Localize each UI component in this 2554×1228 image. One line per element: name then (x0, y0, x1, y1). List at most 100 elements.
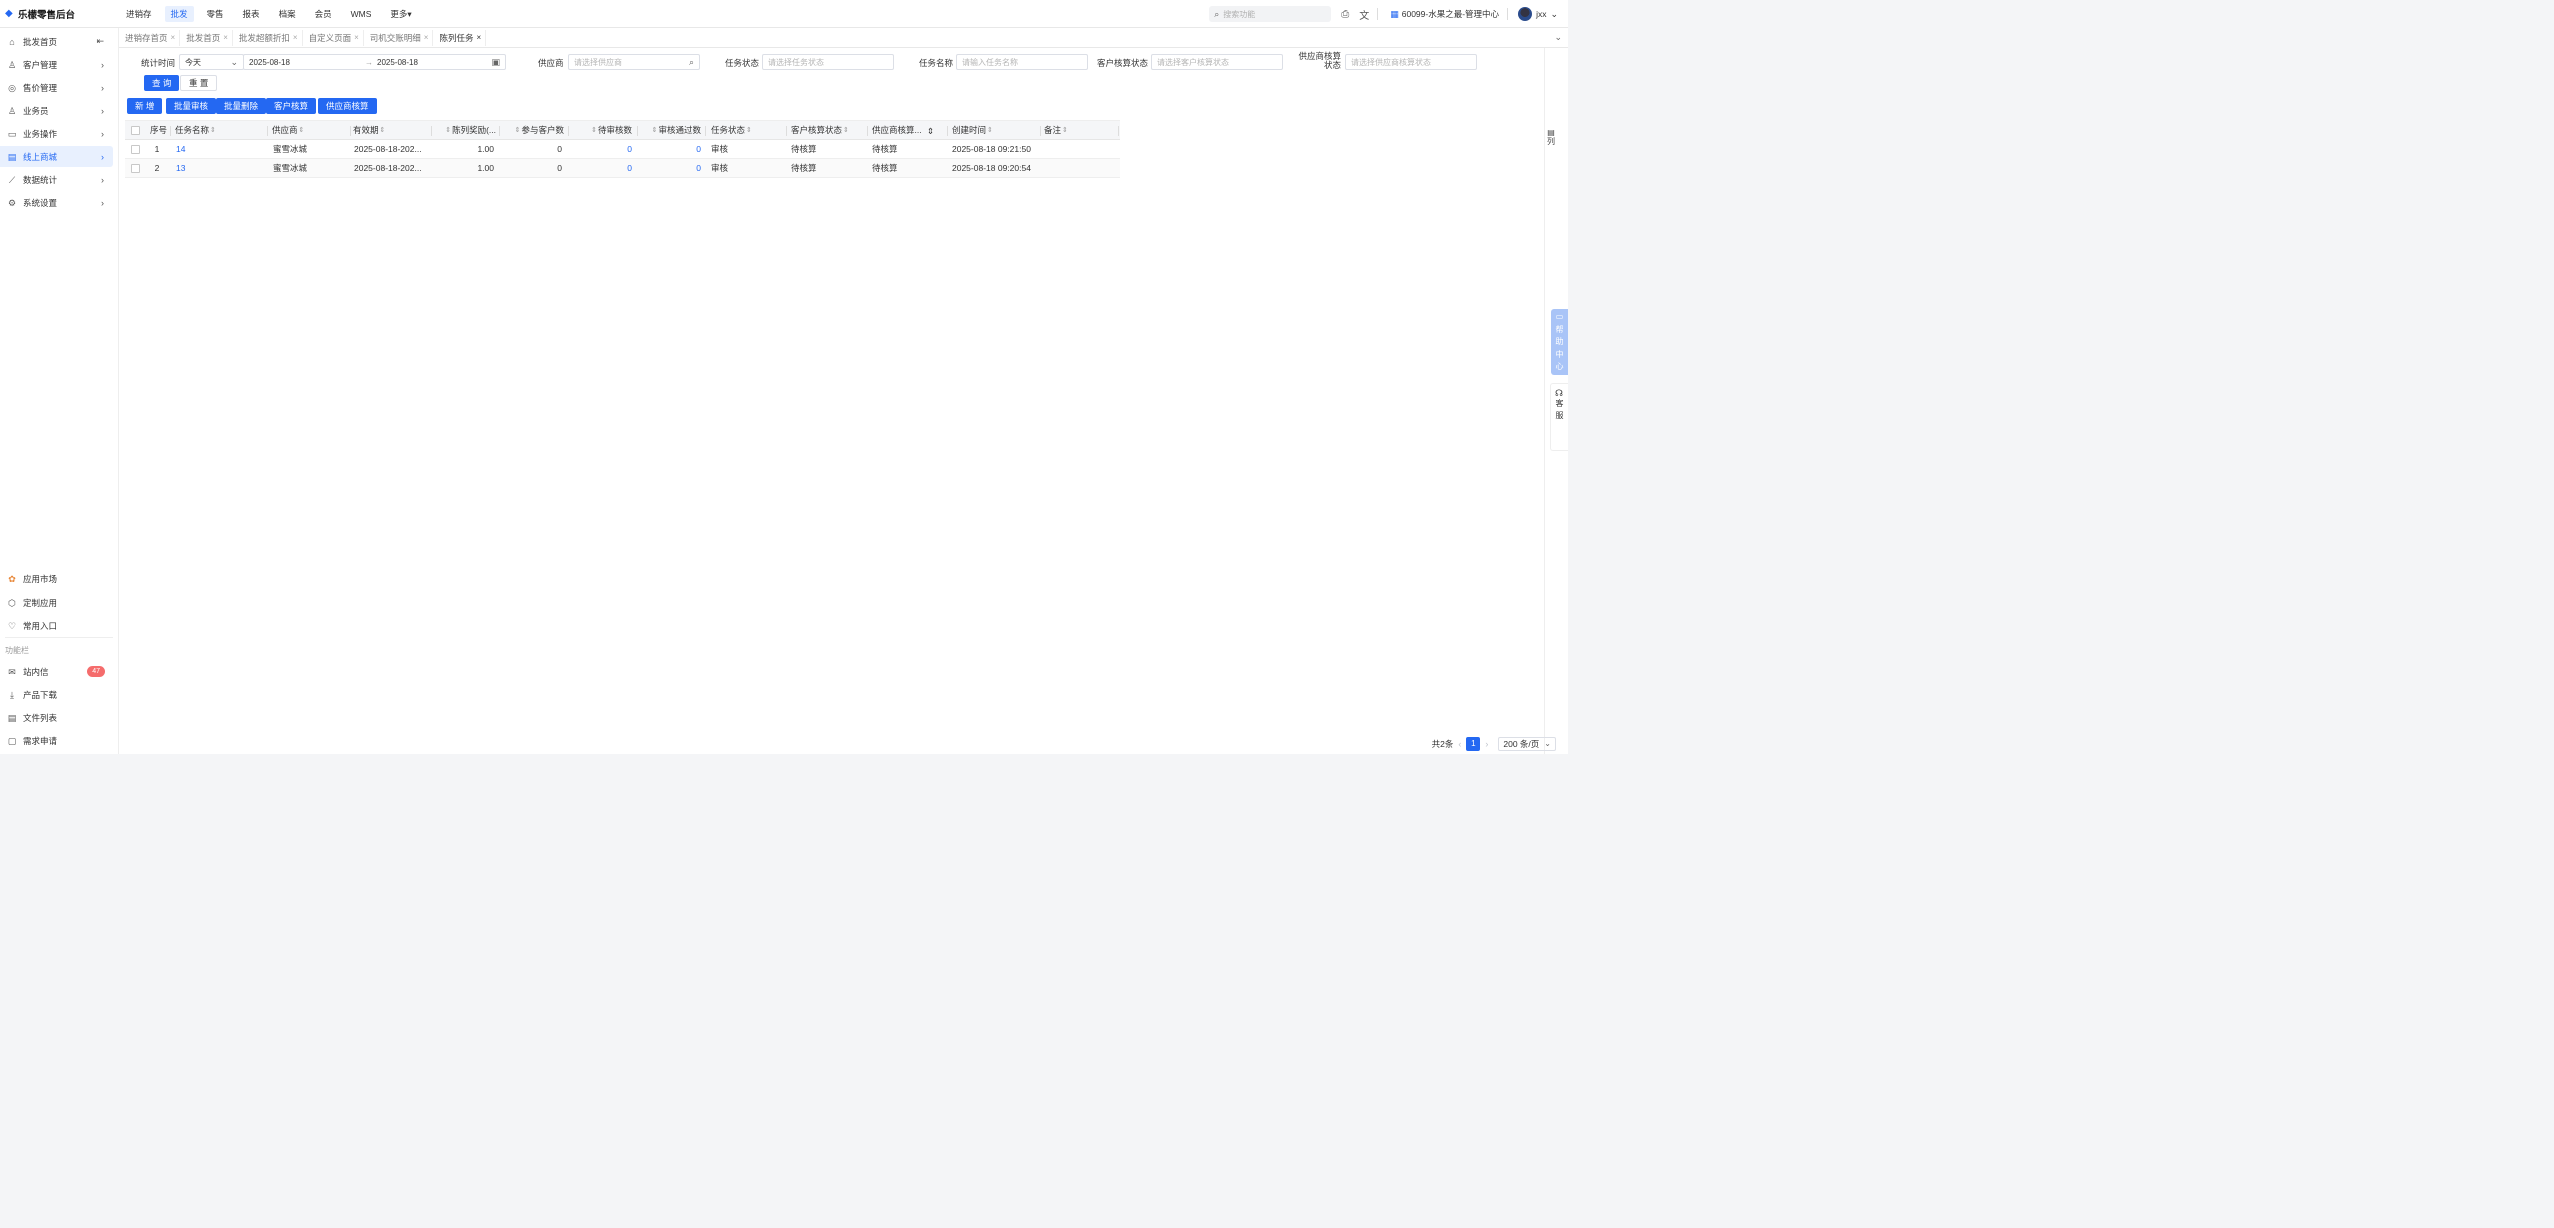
close-icon[interactable]: × (354, 30, 359, 46)
col-header-customers[interactable]: ⇕ 参与客户数 (501, 121, 564, 139)
customer-service-tab[interactable]: ☊ 客服 (1550, 383, 1568, 451)
sidebar-item-settings[interactable]: ⚙ 系统设置 › (0, 192, 113, 213)
page-number-current[interactable]: 1 (1466, 737, 1481, 751)
sidebar-item-app-market[interactable]: ✿ 应用市场 (0, 568, 113, 589)
batch-delete-button[interactable]: 批量删除 (216, 98, 267, 114)
prev-page-icon[interactable]: ‹ (1458, 739, 1461, 749)
sidebar-item-online-mall[interactable]: ▤ 线上商城 › (0, 146, 113, 167)
topnav-wms[interactable]: WMS (345, 6, 378, 22)
query-button[interactable]: 查 询 (144, 75, 180, 91)
table-row[interactable]: 2 13 蜜雪冰城 2025-08-18-202... 1.00 0 0 0 审… (125, 159, 1120, 178)
supplier-settle-select[interactable]: 请选择供应商核算状态 (1345, 54, 1477, 70)
next-page-icon[interactable]: › (1485, 739, 1488, 749)
date-range-picker[interactable]: 2025-08-18 → 2025-08-18 ▣ (243, 54, 506, 70)
chevron-right-icon: › (101, 174, 104, 185)
task-name-input[interactable]: 请输入任务名称 (956, 54, 1088, 70)
add-button[interactable]: 新 增 (127, 98, 163, 114)
sort-icon: ⇕ (210, 127, 216, 134)
supplier-settle-button[interactable]: 供应商核算 (318, 98, 377, 114)
close-icon[interactable]: × (293, 30, 298, 46)
close-icon[interactable]: × (223, 30, 228, 46)
col-header-validity[interactable]: 有效期 ⇕ (353, 121, 433, 139)
columns-icon: ▤ (1547, 128, 1555, 137)
app-logo[interactable]: ◆ 乐檬零售后台 (0, 7, 120, 21)
tab-wholesale-home[interactable]: 批发首页 × (182, 29, 233, 46)
chevron-right-icon: › (101, 59, 104, 70)
stat-time-select[interactable]: 今天 ⌄ (179, 54, 244, 70)
cell-pending-link[interactable]: 0 (570, 159, 632, 177)
col-header-label: 任务名称 (175, 125, 210, 135)
reset-button[interactable]: 重 置 (180, 75, 218, 91)
col-header-supplier[interactable]: 供应商 ⇕ (272, 121, 350, 139)
col-header-task-name[interactable]: 任务名称 ⇕ (175, 121, 267, 139)
col-header-created[interactable]: 创建时间 ⇕ (952, 121, 1038, 139)
sidebar-item-file-list[interactable]: ▤ 文件列表 (0, 707, 113, 728)
close-icon[interactable]: × (476, 30, 481, 46)
row-checkbox[interactable] (130, 144, 140, 154)
close-icon[interactable]: × (171, 30, 176, 46)
tab-display-task[interactable]: 陈列任务 × (435, 29, 487, 46)
tab-driver-settlement[interactable]: 司机交账明细 × (366, 29, 434, 46)
tab-custom-page[interactable]: 自定义页面 × (305, 29, 364, 46)
col-header-customer-settle[interactable]: 客户核算状态 ⇕ (791, 121, 867, 139)
translate-icon[interactable]: 文 (1359, 7, 1369, 22)
col-header-approved[interactable]: ⇕ 审核通过数 (639, 121, 701, 139)
sidebar-item-wholesale-home[interactable]: ⌂ 批发首页 ⇤ (0, 31, 113, 52)
sidebar-item-requests[interactable]: ▢ 需求申请 (0, 730, 113, 751)
cell-task-name-link[interactable]: 14 (176, 140, 266, 158)
topnav-inventory[interactable]: 进销存 (120, 6, 158, 22)
sidebar-item-customer[interactable]: ♙ 客户管理 › (0, 54, 113, 75)
cell-task-name-link[interactable]: 13 (176, 159, 266, 177)
page-size-select[interactable]: 200 条/页 ⌄ (1498, 737, 1556, 751)
cell-pending-link[interactable]: 0 (570, 140, 632, 158)
row-checkbox[interactable] (130, 163, 140, 173)
col-header-label: 有效期 (353, 125, 379, 135)
tab-inventory-home[interactable]: 进销存首页 × (121, 29, 181, 46)
chevron-right-icon: › (101, 105, 104, 116)
sidebar-item-statistics[interactable]: ⟋ 数据统计 › (0, 169, 113, 190)
chevron-down-icon[interactable]: ⌄ (1554, 32, 1562, 43)
col-header-reward[interactable]: ⇕ 陈列奖励(... (433, 121, 496, 139)
cell-approved-link[interactable]: 0 (639, 140, 701, 158)
logo-icon: ◆ (5, 7, 13, 19)
customer-settle-button[interactable]: 客户核算 (266, 98, 317, 114)
customer-settle-select[interactable]: 请选择客户核算状态 (1151, 54, 1283, 70)
sidebar-item-price[interactable]: ◎ 售价管理 › (0, 77, 113, 98)
store-selector[interactable]: ▦ 60099-水果之最-管理中心 (1390, 8, 1499, 20)
col-header-pending[interactable]: ⇕ 待审核数 (570, 121, 632, 139)
supplier-select[interactable]: 请选择供应商 ⌕ (568, 54, 700, 70)
topnav-archive[interactable]: 档案 (273, 6, 302, 22)
col-header-status[interactable]: 任务状态 ⇕ (711, 121, 785, 139)
sidebar-item-operations[interactable]: ▭ 业务操作 › (0, 123, 113, 144)
close-icon[interactable]: × (424, 30, 429, 46)
select-all-checkbox[interactable] (130, 125, 140, 135)
column-settings-toggle[interactable]: ▤ 列 (1546, 128, 1556, 146)
table-row[interactable]: 1 14 蜜雪冰城 2025-08-18-202... 1.00 0 0 0 审… (125, 140, 1120, 159)
sidebar-item-favorites[interactable]: ♡ 常用入口 (0, 615, 113, 636)
print-icon[interactable]: ⎙ (1341, 9, 1349, 20)
cell-customers: 0 (557, 144, 562, 154)
cell-approved-link[interactable]: 0 (639, 159, 701, 177)
cell-supplier: 蜜雪冰城 (273, 144, 308, 154)
topnav-reports[interactable]: 报表 (237, 6, 266, 22)
topnav-member[interactable]: 会员 (309, 6, 338, 22)
help-center-tab[interactable]: ▭ 帮助中心 (1551, 309, 1568, 375)
sidebar-item-downloads[interactable]: ⤓ 产品下载 (0, 684, 113, 705)
sort-icon[interactable]: ⇕ (927, 126, 934, 137)
help-center-label: 帮助中心 (1555, 324, 1564, 372)
sidebar-item-salesman[interactable]: ♙ 业务员 › (0, 100, 113, 121)
sort-icon: ⇕ (591, 127, 597, 134)
message-count-badge: 47 (87, 666, 105, 677)
function-search-input[interactable]: ⌕ 搜索功能 (1209, 6, 1332, 22)
user-menu[interactable]: jxx ⌄ (1518, 7, 1558, 21)
tab-excess-discount[interactable]: 批发超额折扣 × (235, 29, 303, 46)
batch-approve-button[interactable]: 批量审核 (166, 98, 217, 114)
sidebar-item-custom-app[interactable]: ⬡ 定制应用 (0, 592, 113, 613)
topnav-wholesale[interactable]: 批发 (164, 5, 194, 22)
topnav-more[interactable]: 更多▾ (384, 6, 417, 22)
col-header-remark[interactable]: 备注 ⇕ (1044, 121, 1114, 139)
task-status-select[interactable]: 请选择任务状态 (762, 54, 894, 70)
collapse-sidebar-icon[interactable]: ⇤ (96, 36, 104, 47)
sidebar-item-messages[interactable]: ✉ 站内信 47 (0, 661, 113, 682)
topnav-retail[interactable]: 零售 (201, 6, 230, 22)
